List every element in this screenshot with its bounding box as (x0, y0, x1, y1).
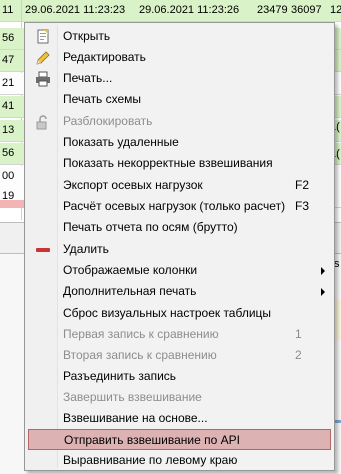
menu-item-first-compare[interactable]: Первая запись к сравнению 1 (27, 324, 332, 345)
menu-item-label: Расчёт осевых нагрузок (только расчет) (63, 199, 286, 213)
cell-value: 13 (2, 124, 15, 136)
menu-item-reset-table-settings[interactable]: Сброс визуальных настроек таблицы (27, 303, 332, 324)
menu-item-label: Первая запись к сравнению (63, 327, 219, 341)
cell-value: 00 (2, 170, 15, 182)
menu-item-unlock[interactable]: Разблокировать (27, 111, 332, 132)
row-number: 11 (2, 4, 14, 16)
menu-item-print[interactable]: Печать... (27, 68, 332, 89)
menu-item-label: Дополнительная печать (63, 284, 197, 298)
menu-item-shortcut: F3 (295, 199, 310, 213)
menu-item-show-incorrect[interactable]: Показать некорректные взвешивания (27, 153, 332, 174)
menu-item-label: Вторая запись к сравнению (63, 348, 217, 362)
printer-icon (35, 71, 51, 87)
menu-item-label: Сброс визуальных настроек таблицы (63, 306, 272, 320)
menu-item-label: Экспорт осевых нагрузок (63, 178, 203, 192)
menu-item-delete[interactable]: Удалить (27, 239, 332, 260)
menu-item-label: Открыть (63, 29, 111, 43)
cell-value: 41 (2, 100, 15, 112)
menu-item-visible-columns[interactable]: Отображаемые колонки (27, 260, 332, 281)
menu-item-label: Отправить взвешивание по API (64, 433, 240, 447)
menu-item-label: Разблокировать (63, 114, 153, 128)
menu-item-finish-weighing[interactable]: Завершить взвешивание (27, 387, 332, 408)
cell-value: 56 (2, 32, 15, 44)
menu-item-export-axle-loads[interactable]: Экспорт осевых нагрузок F2 (27, 175, 332, 196)
open-document-icon (35, 29, 51, 45)
menu-item-weighing-based-on[interactable]: Взвешивание на основе... (27, 408, 332, 429)
menu-item-label: Завершить взвешивание (63, 390, 202, 404)
menu-item-shortcut: 2 (295, 348, 302, 362)
cell-value: 21 (2, 77, 15, 89)
selected-row-marker (0, 200, 24, 208)
submenu-arrow-icon (321, 267, 325, 275)
menu-item-shortcut: F2 (295, 178, 310, 192)
menu-item-label: Отображаемые колонки (63, 263, 198, 277)
menu-item-edit[interactable]: Редактировать (27, 47, 332, 68)
menu-item-label: Выравнивание по левому краю (63, 453, 238, 467)
menu-item-align-left[interactable]: Выравнивание по левому краю (27, 450, 332, 471)
menu-item-split-record[interactable]: Разъединить запись (27, 366, 332, 387)
menu-item-print-axle-report[interactable]: Печать отчета по осям (брутто) (27, 217, 332, 238)
menu-item-label: Разъединить запись (63, 369, 177, 383)
submenu-arrow-icon (321, 288, 325, 296)
menu-item-open[interactable]: Открыть (27, 26, 332, 47)
unlock-icon (35, 114, 51, 130)
table-row[interactable]: 11 29.06.2021 11:23:23 29.06.2021 11:23:… (0, 0, 341, 22)
menu-item-calc-axle-loads[interactable]: Расчёт осевых нагрузок (только расчет) F… (27, 196, 332, 217)
cell-value: 56 (2, 147, 15, 159)
context-menu: Открыть Редактировать Печать... Печать с… (24, 22, 335, 471)
net-cell: 12 (330, 4, 341, 16)
menu-item-label: Печать... (63, 71, 113, 85)
cell-value: 47 (2, 54, 15, 66)
menu-item-shortcut: 1 (295, 327, 302, 341)
gross-cell: 23479 (257, 4, 288, 16)
menu-item-label: Взвешивание на основе... (63, 411, 208, 425)
delete-icon (35, 242, 51, 258)
tare-cell: 36097 (291, 4, 322, 16)
menu-item-print-scheme[interactable]: Печать схемы (27, 89, 332, 110)
date-out-cell: 29.06.2021 11:23:26 (139, 4, 240, 16)
date-in-cell: 29.06.2021 11:23:23 (25, 4, 126, 16)
pencil-icon (35, 50, 51, 66)
menu-item-label: Удалить (63, 242, 109, 256)
menu-item-label: Редактировать (63, 50, 146, 64)
menu-item-show-deleted[interactable]: Показать удаленные (27, 132, 332, 153)
cell-fragment: s (334, 258, 340, 270)
menu-item-extra-print[interactable]: Дополнительная печать (27, 281, 332, 302)
menu-item-label: Показать некорректные взвешивания (63, 156, 273, 170)
menu-item-send-weighing-api[interactable]: Отправить взвешивание по API (28, 429, 331, 450)
menu-item-label: Печать отчета по осям (брутто) (63, 220, 238, 234)
menu-item-second-compare[interactable]: Вторая запись к сравнению 2 (27, 345, 332, 366)
menu-item-label: Показать удаленные (63, 135, 179, 149)
menu-item-label: Печать схемы (63, 92, 142, 106)
